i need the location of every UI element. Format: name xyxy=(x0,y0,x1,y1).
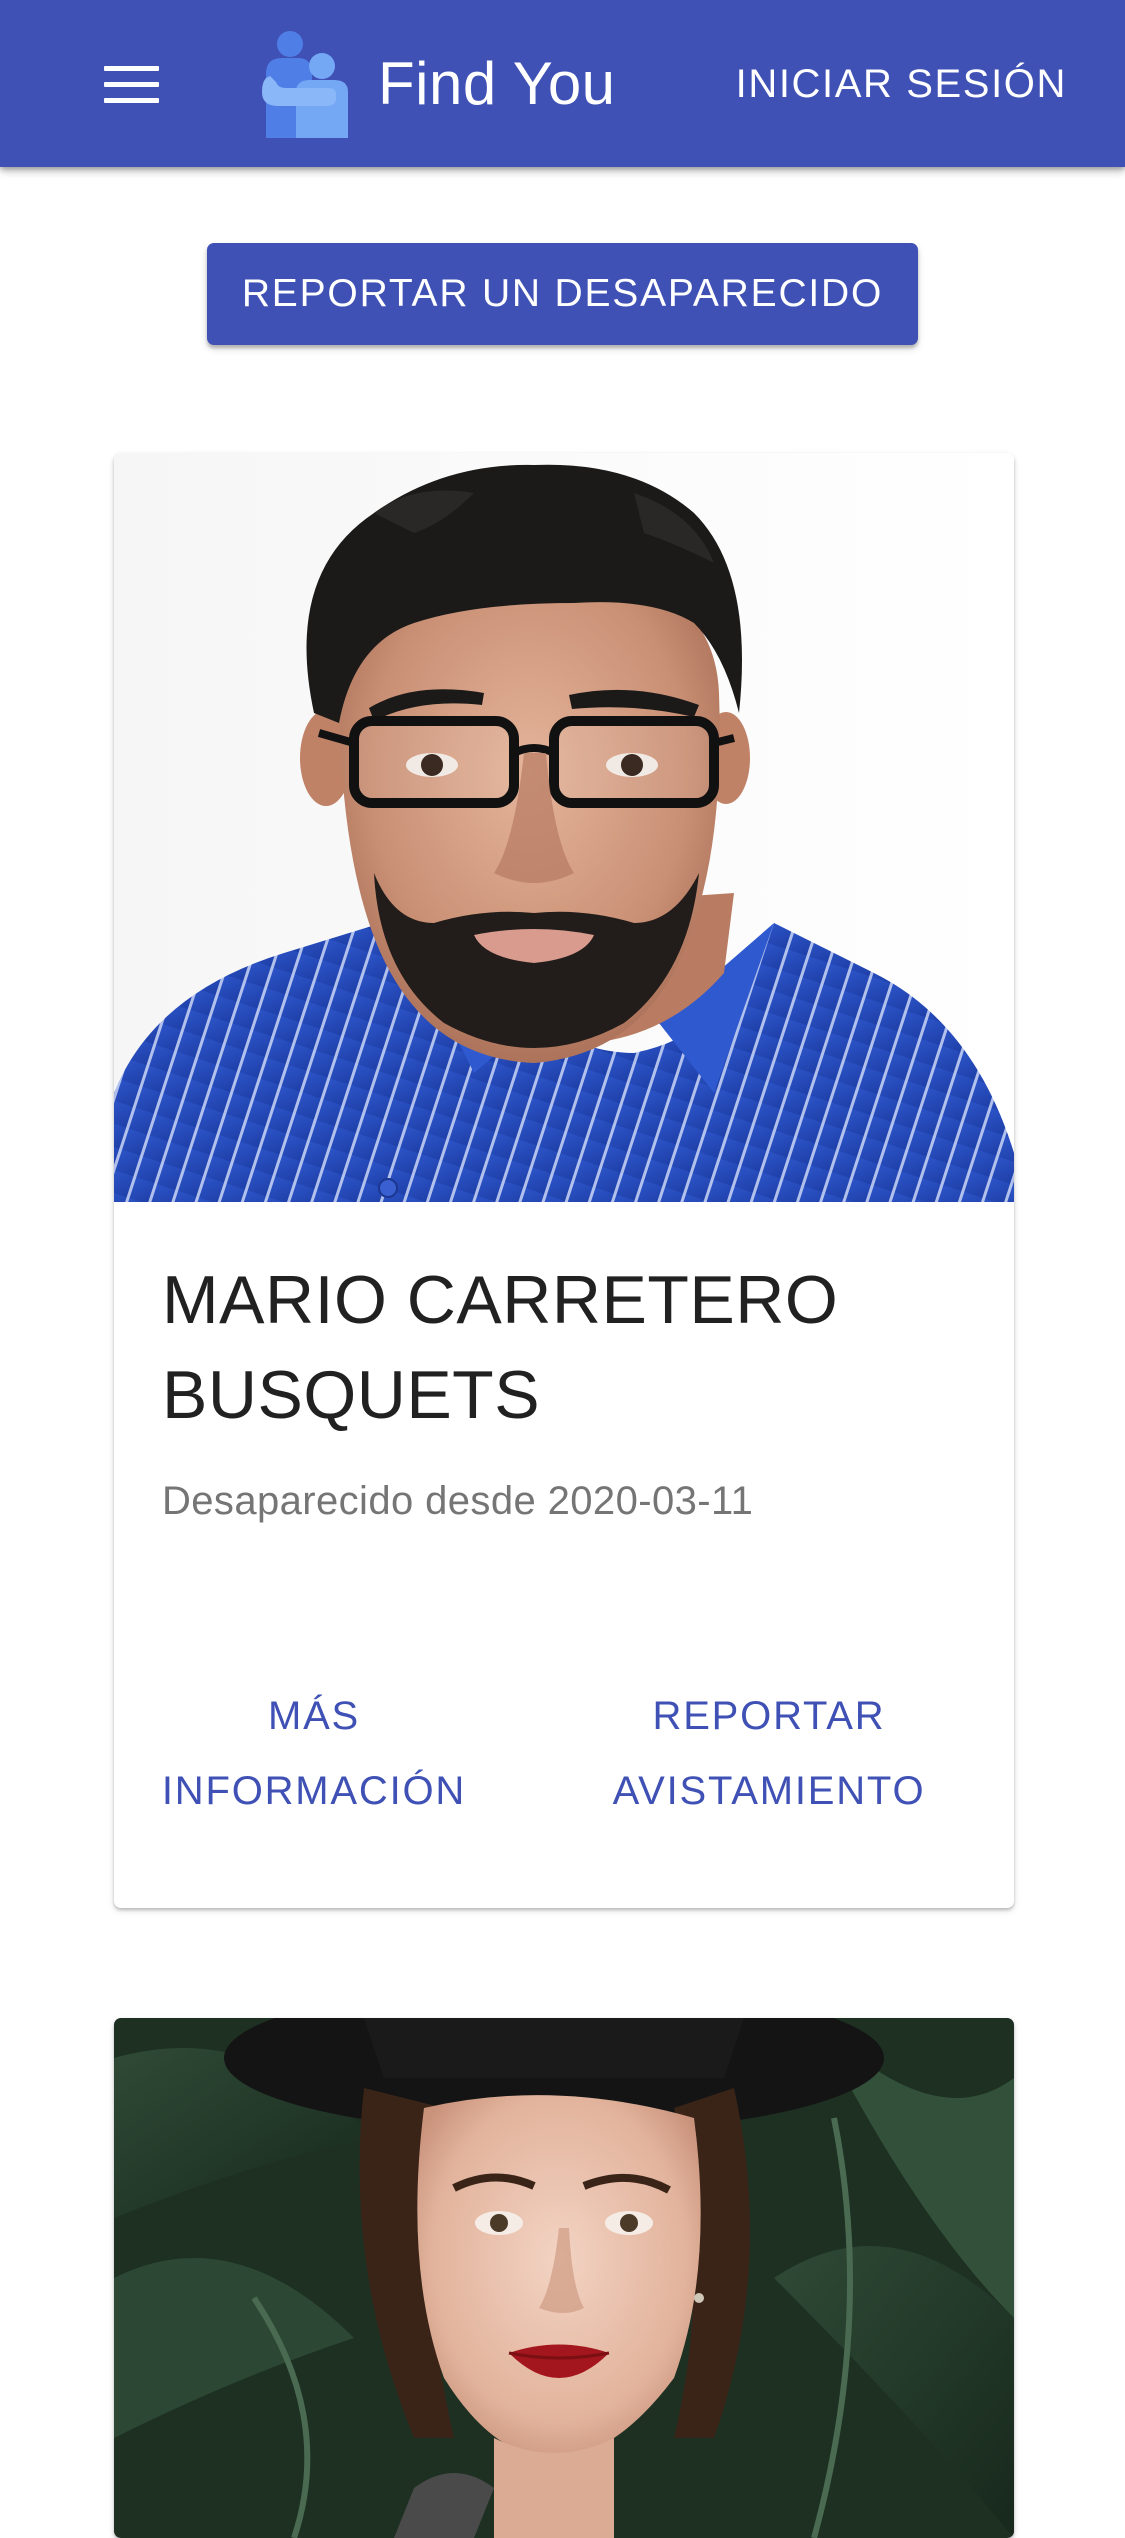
app-title[interactable]: Find You xyxy=(378,40,616,128)
person-name-line2: BUSQUETS xyxy=(162,1357,541,1433)
missing-person-card xyxy=(114,2018,1014,2538)
missing-since-date: 2020-03-11 xyxy=(547,1479,754,1523)
missing-since-label: Desaparecido desde xyxy=(162,1479,548,1523)
login-button[interactable]: INICIAR SESIÓN xyxy=(724,48,1079,120)
more-info-label-line1: MÁS xyxy=(267,1694,361,1738)
app-bar: Find You INICIAR SESIÓN xyxy=(0,0,1125,167)
report-missing-button[interactable]: REPORTAR UN DESAPARECIDO xyxy=(207,243,918,345)
report-sighting-button[interactable]: REPORTAR AVISTAMIENTO xyxy=(564,1679,974,1829)
person-photo xyxy=(114,453,1014,1202)
more-info-label-line2: INFORMACIÓN xyxy=(161,1769,467,1813)
report-sighting-label-line2: AVISTAMIENTO xyxy=(612,1769,926,1813)
more-info-button[interactable]: MÁS INFORMACIÓN xyxy=(144,1679,484,1829)
person-name: MARIO CARRETERO BUSQUETS xyxy=(162,1253,972,1443)
missing-person-card: MARIO CARRETERO BUSQUETS Desaparecido de… xyxy=(114,453,1014,1908)
person-name-line1: MARIO CARRETERO xyxy=(162,1262,839,1338)
hamburger-menu-icon[interactable] xyxy=(90,49,172,119)
person-photo xyxy=(114,2018,1014,2538)
missing-since-text: Desaparecido desde 2020-03-11 xyxy=(162,1473,753,1529)
hug-logo-icon xyxy=(262,31,348,138)
report-sighting-label-line1: REPORTAR xyxy=(652,1694,886,1738)
